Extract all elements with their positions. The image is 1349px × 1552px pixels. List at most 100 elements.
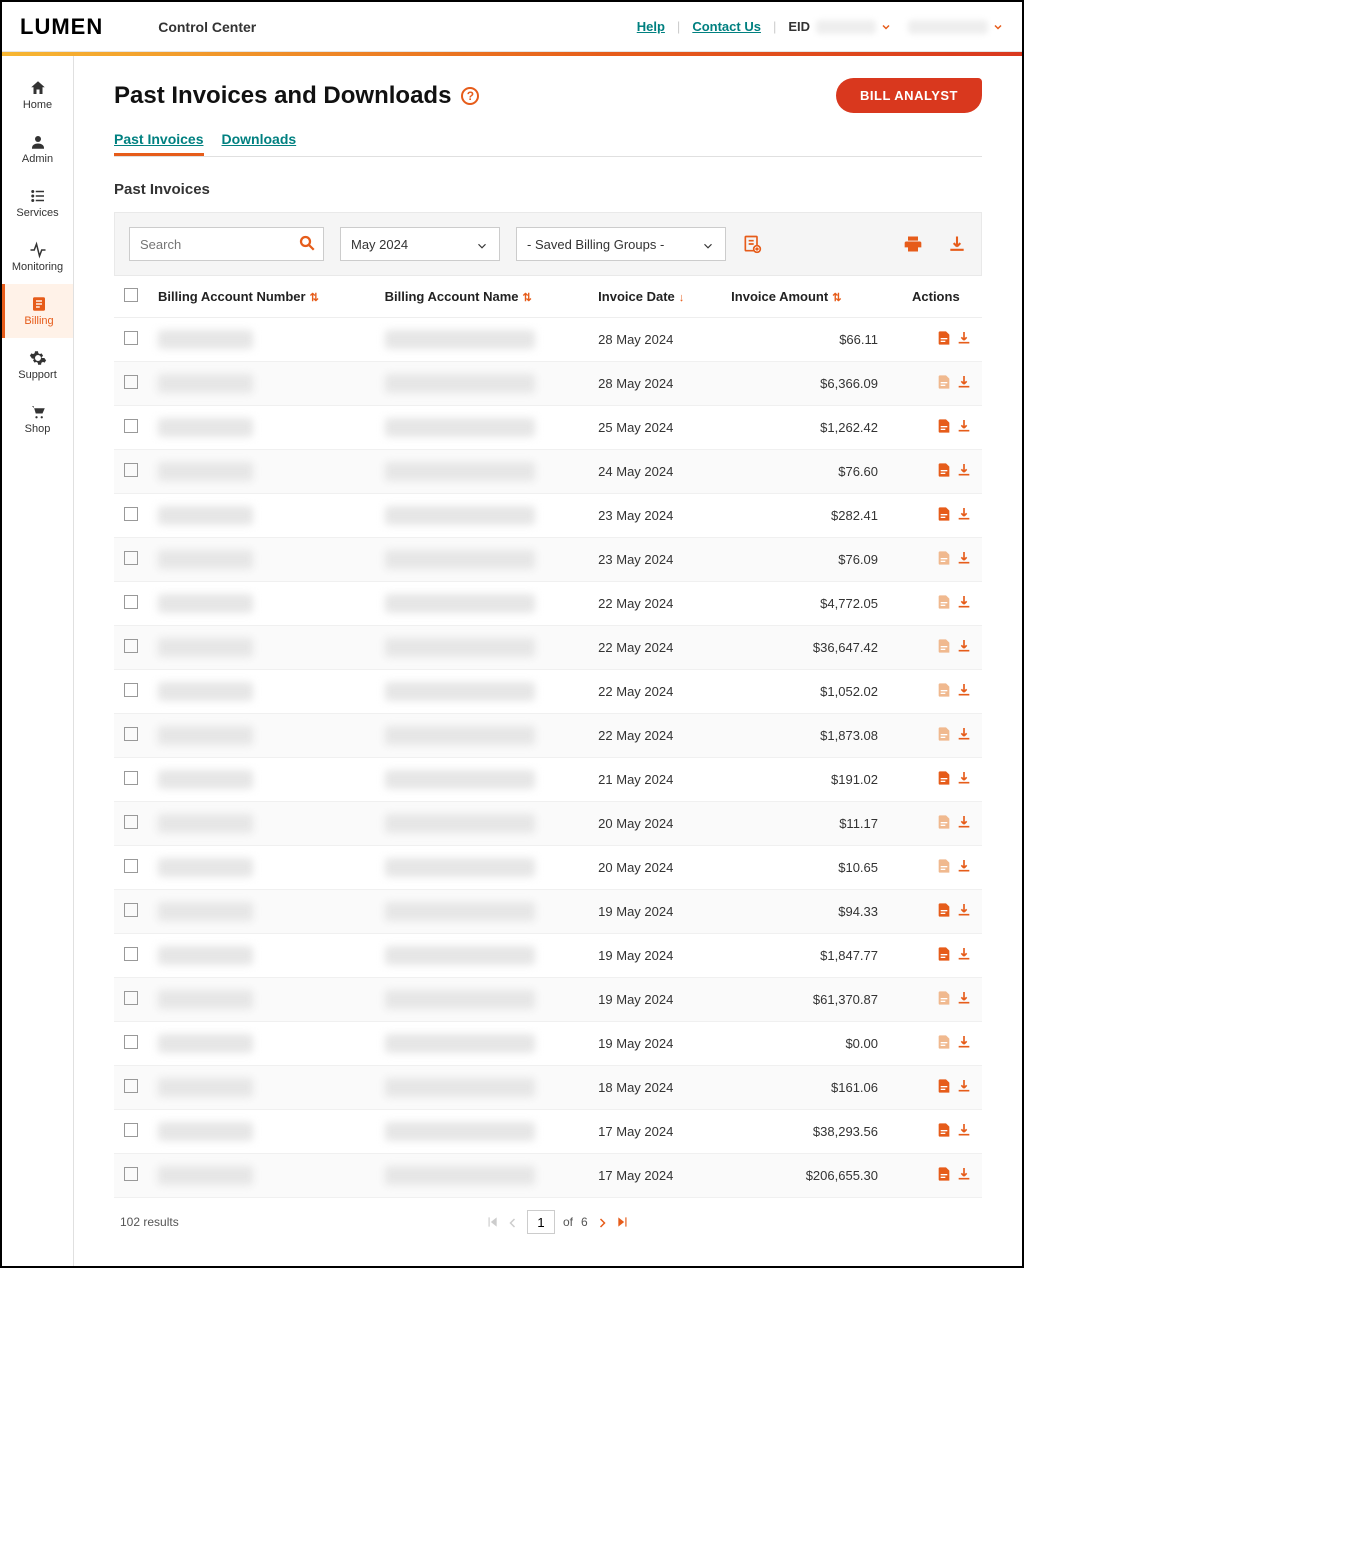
eid-chevron-down-icon[interactable]: [880, 21, 892, 33]
nav-admin[interactable]: Admin: [2, 122, 73, 176]
download-icon[interactable]: [956, 770, 972, 786]
download-icon[interactable]: [956, 682, 972, 698]
pager-prev-icon[interactable]: [507, 1215, 519, 1229]
row-checkbox[interactable]: [124, 727, 138, 741]
tab-downloads[interactable]: Downloads: [222, 131, 297, 156]
brand-logo: LUMEN: [20, 14, 103, 40]
billing-group-select[interactable]: - Saved Billing Groups -: [516, 227, 726, 261]
row-checkbox[interactable]: [124, 859, 138, 873]
view-pdf-icon[interactable]: [936, 726, 952, 742]
sort-icon[interactable]: ⇅: [832, 292, 841, 304]
nav-support[interactable]: Support: [2, 338, 73, 392]
row-checkbox[interactable]: [124, 947, 138, 961]
row-checkbox[interactable]: [124, 551, 138, 565]
account-number: XXXXXXXXXX: [158, 1078, 253, 1097]
nav-billing[interactable]: Billing: [2, 284, 73, 338]
row-checkbox[interactable]: [124, 463, 138, 477]
view-pdf-icon[interactable]: [936, 1034, 952, 1050]
download-icon[interactable]: [956, 858, 972, 874]
print-icon[interactable]: [903, 234, 923, 254]
pager-first-icon[interactable]: [485, 1215, 499, 1230]
row-checkbox[interactable]: [124, 331, 138, 345]
view-pdf-icon[interactable]: [936, 462, 952, 478]
col-invoice-date[interactable]: Invoice Date: [598, 289, 675, 304]
row-checkbox[interactable]: [124, 683, 138, 697]
download-icon[interactable]: [956, 506, 972, 522]
tab-past-invoices[interactable]: Past Invoices: [114, 131, 204, 156]
pager-last-icon[interactable]: [616, 1215, 630, 1230]
configure-groups-icon[interactable]: [742, 234, 762, 254]
download-icon[interactable]: [956, 814, 972, 830]
view-pdf-icon[interactable]: [936, 550, 952, 566]
download-icon[interactable]: [956, 550, 972, 566]
row-checkbox[interactable]: [124, 1167, 138, 1181]
download-icon[interactable]: [956, 1122, 972, 1138]
view-pdf-icon[interactable]: [936, 506, 952, 522]
row-checkbox[interactable]: [124, 507, 138, 521]
bill-analyst-button[interactable]: BILL ANALYST: [836, 78, 982, 113]
download-icon[interactable]: [956, 638, 972, 654]
help-icon[interactable]: ?: [461, 87, 479, 105]
sort-icon[interactable]: ↓: [679, 292, 685, 304]
view-pdf-icon[interactable]: [936, 374, 952, 390]
row-checkbox[interactable]: [124, 639, 138, 653]
download-all-icon[interactable]: [947, 234, 967, 254]
download-icon[interactable]: [956, 902, 972, 918]
view-pdf-icon[interactable]: [936, 638, 952, 654]
view-pdf-icon[interactable]: [936, 902, 952, 918]
row-checkbox[interactable]: [124, 991, 138, 1005]
row-checkbox[interactable]: [124, 903, 138, 917]
nav-home[interactable]: Home: [2, 68, 73, 122]
download-icon[interactable]: [956, 1034, 972, 1050]
nav-monitoring[interactable]: Monitoring: [2, 230, 73, 284]
download-icon[interactable]: [956, 594, 972, 610]
nav-shop[interactable]: Shop: [2, 392, 73, 446]
view-pdf-icon[interactable]: [936, 770, 952, 786]
download-icon[interactable]: [956, 946, 972, 962]
row-checkbox[interactable]: [124, 1123, 138, 1137]
download-icon[interactable]: [956, 726, 972, 742]
row-checkbox[interactable]: [124, 1079, 138, 1093]
download-icon[interactable]: [956, 462, 972, 478]
col-invoice-amount[interactable]: Invoice Amount: [731, 289, 828, 304]
select-all-checkbox[interactable]: [124, 288, 138, 302]
pager-page-input[interactable]: [527, 1210, 555, 1234]
view-pdf-icon[interactable]: [936, 858, 952, 874]
contact-link[interactable]: Contact Us: [692, 19, 761, 34]
sort-icon[interactable]: ⇅: [523, 292, 532, 304]
download-icon[interactable]: [956, 1166, 972, 1182]
search-icon[interactable]: [298, 234, 316, 252]
row-checkbox[interactable]: [124, 771, 138, 785]
view-pdf-icon[interactable]: [936, 1078, 952, 1094]
user-chevron-down-icon[interactable]: [992, 21, 1004, 33]
view-pdf-icon[interactable]: [936, 418, 952, 434]
help-link[interactable]: Help: [637, 19, 665, 34]
download-icon[interactable]: [956, 418, 972, 434]
table-row: XXXXXXXXXX XXXXXXXXX XXXXXXX 22 May 2024…: [114, 582, 982, 626]
row-checkbox[interactable]: [124, 375, 138, 389]
download-icon[interactable]: [956, 374, 972, 390]
row-checkbox[interactable]: [124, 1035, 138, 1049]
row-checkbox[interactable]: [124, 815, 138, 829]
view-pdf-icon[interactable]: [936, 814, 952, 830]
row-checkbox[interactable]: [124, 595, 138, 609]
row-checkbox[interactable]: [124, 419, 138, 433]
account-number: XXXXXXXXXX: [158, 550, 253, 569]
view-pdf-icon[interactable]: [936, 1122, 952, 1138]
view-pdf-icon[interactable]: [936, 946, 952, 962]
view-pdf-icon[interactable]: [936, 1166, 952, 1182]
pager-next-icon[interactable]: [596, 1215, 608, 1229]
nav-services[interactable]: Services: [2, 176, 73, 230]
search-input[interactable]: [129, 227, 324, 261]
view-pdf-icon[interactable]: [936, 990, 952, 1006]
col-account-number[interactable]: Billing Account Number: [158, 289, 306, 304]
col-account-name[interactable]: Billing Account Name: [385, 289, 519, 304]
view-pdf-icon[interactable]: [936, 594, 952, 610]
download-icon[interactable]: [956, 330, 972, 346]
view-pdf-icon[interactable]: [936, 682, 952, 698]
download-icon[interactable]: [956, 990, 972, 1006]
month-select[interactable]: May 2024: [340, 227, 500, 261]
sort-icon[interactable]: ⇅: [310, 292, 319, 304]
download-icon[interactable]: [956, 1078, 972, 1094]
view-pdf-icon[interactable]: [936, 330, 952, 346]
